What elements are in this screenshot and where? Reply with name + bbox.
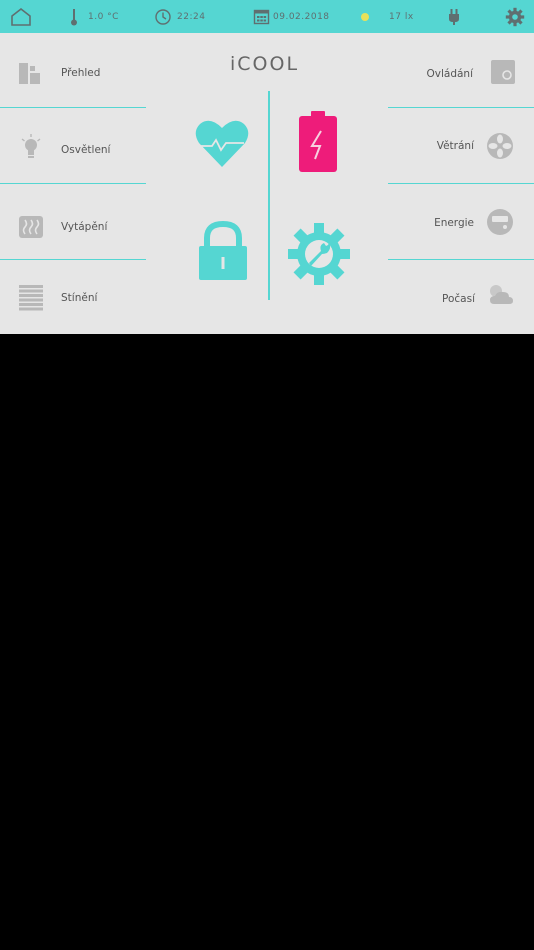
battery-charge-icon[interactable]	[299, 111, 337, 173]
lock-icon[interactable]	[197, 221, 249, 281]
plug-button[interactable]	[447, 0, 461, 33]
date-indicator: 09.02.2018	[253, 0, 330, 33]
temperature-value: 1.0 °C	[88, 11, 119, 22]
menu-label: Počasí	[442, 293, 475, 305]
overview-icon	[19, 63, 40, 84]
light-bulb-icon	[21, 134, 41, 158]
time-indicator: 22:24	[154, 0, 205, 33]
fan-icon	[487, 133, 513, 159]
gear-icon	[505, 7, 525, 26]
calendar-icon	[253, 9, 270, 25]
menu-label: Stínění	[61, 292, 98, 304]
weather-icon	[490, 285, 513, 304]
plug-icon	[449, 8, 459, 25]
temperature-indicator: 1.0 °C	[68, 0, 119, 33]
divider	[0, 259, 146, 260]
menu-label: Energie	[434, 217, 474, 229]
gear-wrench-icon[interactable]	[288, 223, 350, 285]
home-button[interactable]	[10, 0, 32, 33]
menu-label: Větrání	[436, 140, 474, 152]
divider	[388, 183, 534, 184]
blinds-icon	[19, 285, 43, 311]
menu-label: Vytápění	[61, 221, 108, 233]
divider	[0, 107, 146, 108]
thermometer-icon	[71, 8, 77, 25]
clock-icon	[155, 8, 171, 25]
app-logo: iCOOL	[230, 53, 300, 75]
settings-button[interactable]	[505, 0, 525, 33]
menu-label: Ovládání	[426, 68, 473, 80]
light-indicator: 17 lx	[359, 0, 414, 33]
time-value: 22:24	[177, 11, 206, 22]
status-bar: 1.0 °C 22:24 09.02.2018 17 lx	[0, 0, 534, 33]
empty-area	[0, 334, 534, 950]
heart-pulse-icon[interactable]	[195, 119, 249, 169]
home-icon	[11, 7, 31, 26]
energy-meter-icon	[487, 209, 513, 235]
menu-label: Přehled	[61, 67, 101, 79]
menu-label: Osvětlení	[61, 144, 111, 156]
main-panel: iCOOL Přehled Osvětlení Vytápění Stínění…	[0, 33, 534, 334]
heating-icon	[19, 216, 43, 238]
center-divider	[268, 91, 270, 300]
divider	[0, 183, 146, 184]
light-value: 17 lx	[389, 11, 414, 22]
sun-icon	[361, 12, 369, 21]
date-value: 09.02.2018	[273, 11, 330, 22]
control-icon	[491, 60, 515, 84]
divider	[388, 107, 534, 108]
divider	[388, 259, 534, 260]
